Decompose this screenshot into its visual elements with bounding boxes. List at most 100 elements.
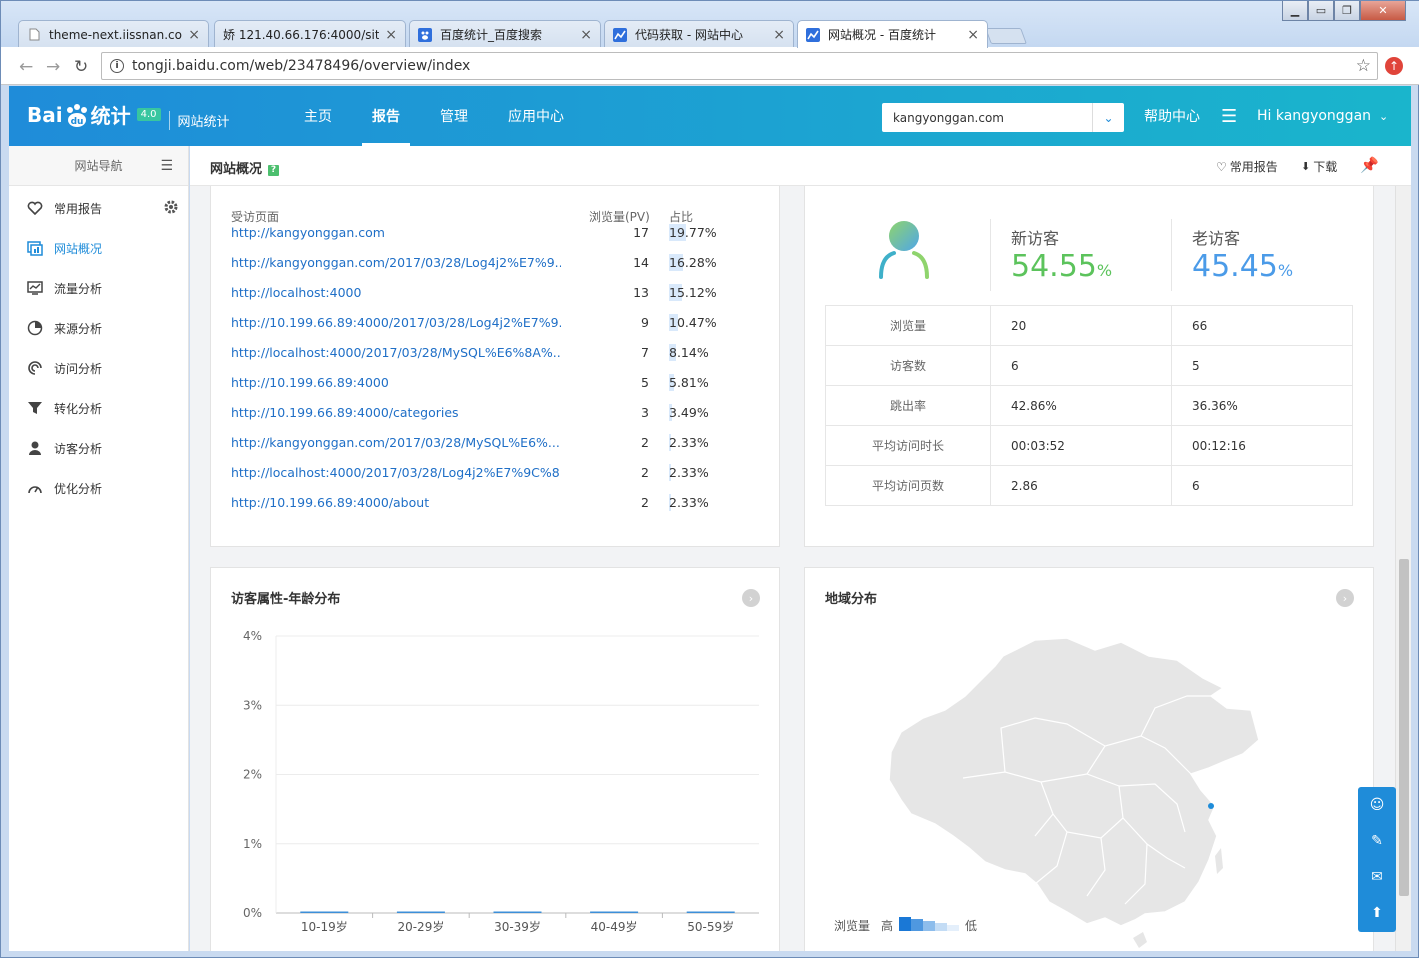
page-url-link[interactable]: http://kangyonggan.com/2017/03/28/MySQL%…	[231, 435, 561, 450]
page-url-link[interactable]: http://10.199.66.89:4000/2017/03/28/Log4…	[231, 315, 561, 330]
paw-icon	[418, 27, 432, 42]
page-url-link[interactable]: http://kangyonggan.com/2017/03/28/Log4j2…	[231, 255, 561, 270]
collapse-sidebar-icon[interactable]: ☰	[160, 158, 173, 174]
page-url-link[interactable]: http://kangyonggan.com	[231, 225, 561, 240]
info-icon[interactable]: i	[110, 59, 124, 73]
close-icon[interactable]: ×	[188, 27, 200, 43]
chevron-down-icon[interactable]: ⌄	[1092, 103, 1124, 132]
star-icon[interactable]: ☆	[1356, 56, 1371, 76]
pv-value: 2	[641, 495, 649, 510]
metric-label: 平均访问页数	[825, 465, 991, 506]
tab-title: theme-next.iissnan.com	[49, 27, 183, 42]
table-row: http://kangyonggan.com/2017/03/28/Log4j2…	[231, 254, 751, 285]
table-row: 平均访问时长 00:03:52 00:12:16	[825, 425, 1353, 466]
browser-tab[interactable]: 代码获取 - 网站中心 ×	[604, 20, 794, 48]
old-visitor-metric: 36.36%	[1171, 385, 1353, 426]
close-icon[interactable]: ×	[967, 27, 979, 43]
sidebar-item-label: 访客分析	[54, 441, 103, 456]
sidebar-item-label: 流量分析	[54, 281, 103, 296]
sidebar-item-label: 来源分析	[54, 321, 103, 336]
new-tab-button[interactable]	[985, 28, 1027, 44]
new-visitor-metric: 00:03:52	[990, 425, 1172, 466]
pct-value: 2.33%	[669, 495, 709, 510]
maximize-button[interactable]: ▭	[1308, 1, 1334, 21]
sidebar-item-traffic[interactable]: 流量分析	[9, 268, 188, 308]
forward-icon[interactable]: →	[46, 57, 60, 77]
col-pct-header: 占比	[669, 210, 694, 224]
age-distribution-panel: 访客属性-年龄分布 › 0% 1% 2% 3% 4% 10-19岁 20-29岁 30-39岁…	[210, 567, 780, 951]
new-visitor-label: 新访客	[1011, 229, 1060, 248]
close-icon[interactable]: ×	[385, 27, 397, 43]
optimize-icon	[26, 479, 44, 497]
new-old-visitors-panel: 新访客 54.55% 老访客 45.45% 浏览量 20 66 访客数 6 5 跳出率 42.…	[804, 166, 1374, 547]
site-select-value: kangyonggan.com	[893, 110, 1004, 125]
site-select[interactable]: kangyonggan.com ⌄	[882, 103, 1124, 132]
menu-app-center[interactable]: 应用中心	[508, 86, 564, 146]
extension-icon[interactable]: ↑	[1385, 57, 1403, 75]
page-url-link[interactable]: http://localhost:4000	[231, 285, 561, 300]
col-pv-header: 浏览量(PV)	[589, 210, 650, 224]
page-url-link[interactable]: http://localhost:4000/2017/03/28/Log4j2%…	[231, 465, 561, 480]
table-row: 平均访问页数 2.86 6	[825, 465, 1353, 506]
wechat-icon[interactable]: ✉	[1358, 859, 1396, 895]
page-scrollbar[interactable]	[1395, 146, 1411, 951]
download-button[interactable]: ⬇ 下载	[1301, 158, 1337, 175]
sidebar-item-optimize[interactable]: 优化分析	[9, 468, 188, 508]
page-url-link[interactable]: http://10.199.66.89:4000/categories	[231, 405, 561, 420]
pin-icon[interactable]: 📌	[1360, 156, 1379, 174]
page-url-link[interactable]: http://10.199.66.89:4000/about	[231, 495, 561, 510]
metric-label: 访客数	[825, 345, 991, 386]
browser-tab[interactable]: 百度统计_百度搜索 ×	[409, 20, 601, 48]
table-row: 浏览量 20 66	[825, 305, 1353, 346]
baidu-tongji-logo[interactable]: Bai du 统计 4.0 网站统计	[27, 100, 230, 130]
tab-title: 百度统计_百度搜索	[440, 28, 543, 42]
visitor-avatar-icon	[877, 219, 931, 284]
page-url-link[interactable]: http://localhost:4000/2017/03/28/MySQL%E…	[231, 345, 561, 360]
sidebar-item-label: 常用报告	[54, 201, 103, 216]
common-report-button[interactable]: ♡ 常用报告	[1216, 158, 1278, 175]
back-to-top-icon[interactable]: ⬆	[1358, 895, 1396, 931]
browser-tab-active[interactable]: 网站概况 - 百度统计 ×	[797, 20, 988, 48]
browser-tab[interactable]: 娇 121.40.66.176:4000/site ×	[214, 20, 406, 48]
taiwan-shape	[1215, 848, 1223, 874]
minimize-button[interactable]: ▁	[1282, 1, 1308, 21]
age-bar	[396, 911, 445, 913]
back-icon[interactable]: ←	[19, 57, 33, 77]
help-icon[interactable]: ?	[268, 165, 280, 176]
sidebar-item-visitor[interactable]: 访客分析	[9, 428, 188, 468]
legend-swatch	[947, 925, 959, 931]
browser-tab[interactable]: theme-next.iissnan.com ×	[18, 20, 209, 48]
user-menu[interactable]: Hi kangyonggan ⌄	[1257, 86, 1388, 146]
pie-icon	[26, 319, 44, 337]
sidebar-item-label: 转化分析	[54, 401, 103, 416]
legend-high: 高	[881, 918, 893, 933]
reload-icon[interactable]: ↻	[74, 57, 88, 77]
menu-reports[interactable]: 报告	[362, 86, 410, 146]
restore-button[interactable]: ❐	[1334, 1, 1360, 21]
sidebar-item-conversion[interactable]: 转化分析	[9, 388, 188, 428]
sidebar-item-source[interactable]: 来源分析	[9, 308, 188, 348]
tab-title: 网站概况 - 百度统计	[828, 28, 936, 42]
close-window-button[interactable]: ✕	[1360, 1, 1406, 21]
sidebar-item-common-reports[interactable]: 常用报告	[9, 188, 188, 228]
close-icon[interactable]: ×	[580, 27, 592, 43]
old-visitor-metric: 6	[1171, 465, 1353, 506]
menu-manage[interactable]: 管理	[440, 86, 468, 146]
chat-icon[interactable]: ☺	[1358, 787, 1396, 823]
paw-icon: du	[64, 103, 90, 127]
pct-value: 8.14%	[669, 345, 709, 360]
page-url-link[interactable]: http://10.199.66.89:4000	[231, 375, 561, 390]
china-map[interactable]: 浏览量 高 低	[805, 568, 1375, 948]
sidebar-item-visit[interactable]: 访问分析	[9, 348, 188, 388]
close-icon[interactable]: ×	[773, 27, 785, 43]
address-bar[interactable]: i tongji.baidu.com/web/23478496/overview…	[101, 52, 1378, 80]
gear-icon[interactable]	[164, 200, 178, 217]
url-text: tongji.baidu.com/web/23478496/overview/i…	[132, 58, 471, 74]
list-icon[interactable]: ☰	[1221, 86, 1237, 146]
compass-icon[interactable]: ✎	[1358, 823, 1396, 859]
menu-home[interactable]: 主页	[304, 86, 332, 146]
help-center-link[interactable]: 帮助中心	[1144, 86, 1200, 146]
sidebar-item-overview[interactable]: 网站概况	[9, 228, 188, 268]
highlight-region-marker[interactable]	[1208, 803, 1214, 809]
scrollbar-thumb[interactable]	[1399, 559, 1409, 896]
